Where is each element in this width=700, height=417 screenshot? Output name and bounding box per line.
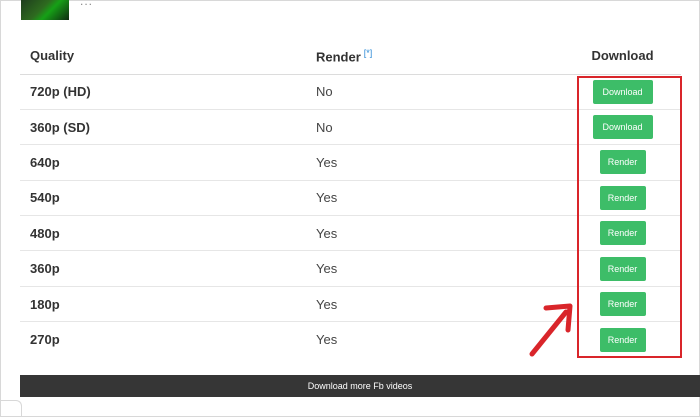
action-cell: Render bbox=[564, 322, 681, 357]
action-cell: Render bbox=[564, 250, 681, 287]
render-cell: No bbox=[306, 74, 564, 110]
render-cell: No bbox=[306, 109, 564, 146]
table-row: 360p (SD) No Download bbox=[20, 109, 681, 146]
quality-cell: 540p bbox=[20, 180, 306, 217]
quality-cell: 480p bbox=[20, 215, 306, 252]
table-row: 360p Yes Render bbox=[20, 250, 681, 287]
quality-table: Quality Render [*] Download 720p (HD) No … bbox=[20, 38, 681, 357]
download-button[interactable]: Download bbox=[592, 115, 653, 140]
render-cell: Yes bbox=[306, 215, 564, 252]
table-row: 720p (HD) No Download bbox=[20, 74, 681, 110]
action-cell: Download bbox=[564, 109, 681, 146]
download-more-videos-button[interactable]: Download more Fb videos bbox=[20, 375, 700, 397]
download-button[interactable]: Download bbox=[592, 79, 653, 104]
download-column-header: Download bbox=[564, 38, 681, 75]
action-cell: Render bbox=[564, 286, 681, 323]
window-corner bbox=[0, 400, 22, 417]
render-button[interactable]: Render bbox=[599, 221, 646, 246]
thumbnail-caption: ... bbox=[80, 0, 94, 8]
render-button[interactable]: Render bbox=[599, 327, 646, 352]
render-button[interactable]: Render bbox=[599, 150, 646, 175]
table-row: 640p Yes Render bbox=[20, 144, 681, 181]
quality-cell: 360p (SD) bbox=[20, 109, 306, 146]
action-cell: Download bbox=[564, 74, 681, 110]
table-row: 540p Yes Render bbox=[20, 180, 681, 217]
render-hint-link[interactable]: [*] bbox=[364, 48, 373, 58]
quality-cell: 640p bbox=[20, 144, 306, 181]
video-thumbnail[interactable] bbox=[21, 0, 69, 20]
table-row: 180p Yes Render bbox=[20, 286, 681, 323]
render-cell: Yes bbox=[306, 250, 564, 287]
table-row: 480p Yes Render bbox=[20, 215, 681, 252]
action-cell: Render bbox=[564, 215, 681, 252]
quality-column-header: Quality bbox=[20, 38, 306, 75]
table-row: 270p Yes Render bbox=[20, 322, 681, 357]
render-cell: Yes bbox=[306, 180, 564, 217]
render-header-label: Render bbox=[316, 48, 361, 64]
quality-header-label: Quality bbox=[30, 48, 75, 64]
download-header-label: Download bbox=[591, 48, 654, 64]
quality-cell: 180p bbox=[20, 286, 306, 323]
render-cell: Yes bbox=[316, 332, 338, 348]
quality-cell: 720p (HD) bbox=[20, 74, 306, 110]
table-header-row: Quality Render [*] Download bbox=[20, 38, 681, 75]
action-cell: Render bbox=[564, 144, 681, 181]
quality-cell: 270p bbox=[30, 332, 60, 348]
render-cell: Yes bbox=[306, 144, 564, 181]
action-cell: Render bbox=[564, 180, 681, 217]
render-button[interactable]: Render bbox=[599, 292, 646, 317]
quality-cell: 360p bbox=[20, 250, 306, 287]
render-column-header: Render [*] bbox=[306, 38, 564, 75]
render-button[interactable]: Render bbox=[599, 256, 646, 281]
render-button[interactable]: Render bbox=[599, 185, 646, 210]
render-cell: Yes bbox=[306, 286, 564, 323]
